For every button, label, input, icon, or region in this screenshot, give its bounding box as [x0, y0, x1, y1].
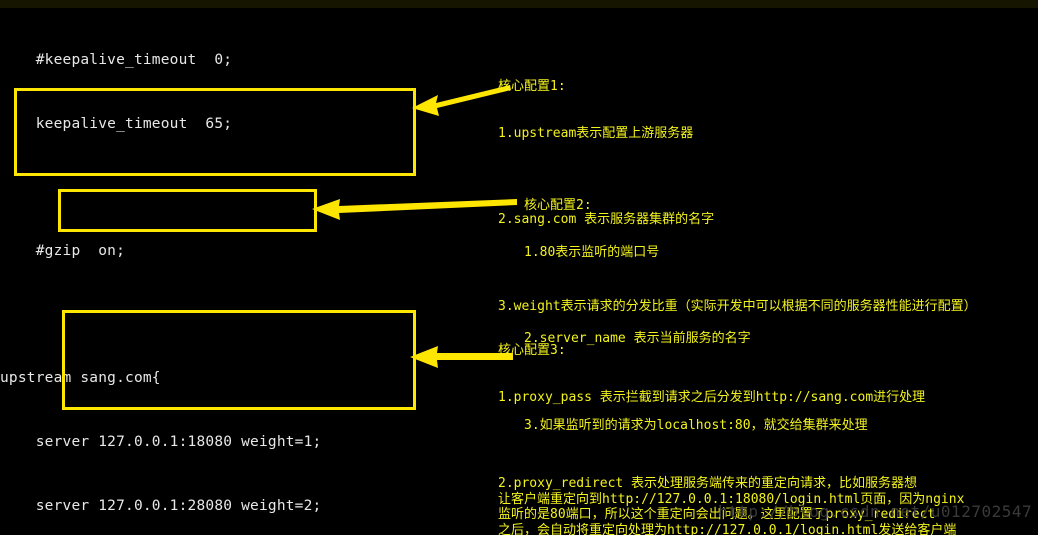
annotation-spacer: [524, 291, 868, 300]
annotation-item: 1.80表示监听的端口号: [524, 244, 660, 260]
annotation-arrow-2-icon: [312, 199, 517, 220]
annotation-title: 核心配置2:: [524, 198, 592, 213]
top-strip-decoration: [0, 0, 1038, 8]
code-line: server 127.0.0.1:28080 weight=2;: [0, 497, 322, 514]
code-line: #keepalive_timeout 0;: [0, 52, 233, 69]
code-line: #gzip on;: [0, 243, 126, 260]
annotation-title: 核心配置1:: [498, 79, 566, 94]
blog-watermark: http://blog.csdn.net/u012702547: [718, 502, 1033, 521]
annotation-item: 1.upstream表示配置上游服务器: [498, 125, 694, 141]
annotation-spacer: [498, 436, 964, 445]
screenshot-canvas: #keepalive_timeout 0; keepalive_timeout …: [0, 0, 1038, 535]
annotation-arrow-1-icon: [412, 85, 511, 116]
annotation-title: 核心配置3:: [498, 343, 566, 358]
annotation-item: 1.proxy_pass 表示拦截到请求之后分发到http://sang.com…: [498, 389, 926, 405]
code-line: server 127.0.0.1:18080 weight=1;: [0, 433, 322, 450]
